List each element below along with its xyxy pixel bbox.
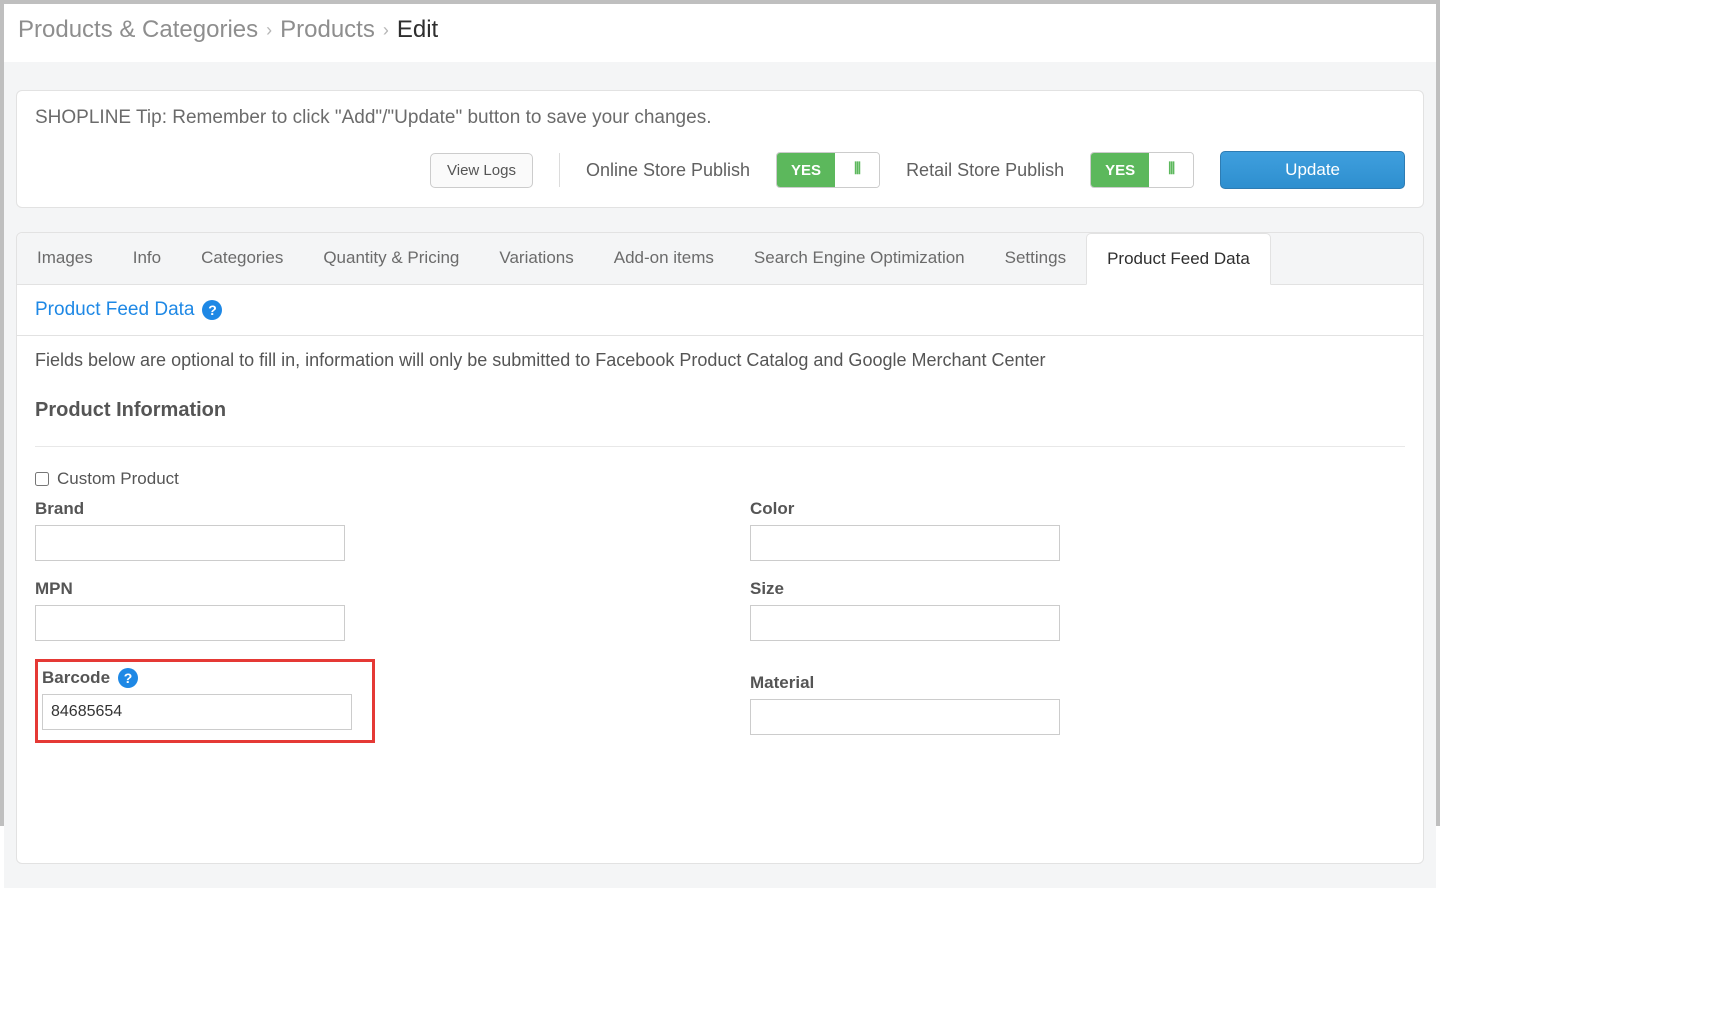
- tab-quantity-pricing[interactable]: Quantity & Pricing: [303, 233, 479, 284]
- grip-icon: ⦀: [835, 153, 879, 187]
- field-size: Size: [750, 579, 1405, 641]
- breadcrumb-root[interactable]: Products & Categories: [18, 16, 258, 44]
- toggle-on-label: YES: [1091, 153, 1149, 187]
- toggle-on-label: YES: [777, 153, 835, 187]
- retail-publish-label: Retail Store Publish: [906, 160, 1064, 181]
- mpn-input[interactable]: [35, 605, 345, 641]
- help-icon[interactable]: ?: [118, 668, 138, 688]
- grip-icon: ⦀: [1149, 153, 1193, 187]
- color-input[interactable]: [750, 525, 1060, 561]
- retail-publish-toggle[interactable]: YES ⦀: [1090, 152, 1194, 188]
- update-button[interactable]: Update: [1220, 151, 1405, 189]
- online-publish-label: Online Store Publish: [586, 160, 750, 181]
- breadcrumb: Products & Categories › Products › Edit: [4, 4, 1436, 62]
- breadcrumb-parent[interactable]: Products: [280, 16, 375, 44]
- field-mpn: MPN: [35, 579, 690, 641]
- tab-info[interactable]: Info: [113, 233, 181, 284]
- feed-description: Fields below are optional to fill in, in…: [35, 350, 1405, 371]
- help-icon[interactable]: ?: [202, 300, 222, 320]
- product-card: Images Info Categories Quantity & Pricin…: [16, 232, 1424, 864]
- main-content: SHOPLINE Tip: Remember to click "Add"/"U…: [4, 62, 1436, 888]
- tab-settings[interactable]: Settings: [985, 233, 1086, 284]
- tab-addon-items[interactable]: Add-on items: [594, 233, 734, 284]
- material-input[interactable]: [750, 699, 1060, 735]
- custom-product-row: Custom Product: [35, 469, 1405, 489]
- divider: [559, 153, 560, 187]
- field-color: Color: [750, 499, 1405, 561]
- chevron-right-icon: ›: [383, 20, 389, 41]
- fields-grid: Brand Color MPN Size: [35, 499, 1405, 743]
- tab-seo[interactable]: Search Engine Optimization: [734, 233, 985, 284]
- product-feed-data-link[interactable]: Product Feed Data: [35, 299, 194, 321]
- section-body: Fields below are optional to fill in, in…: [17, 336, 1423, 863]
- tab-variations[interactable]: Variations: [479, 233, 593, 284]
- field-material: Material: [750, 659, 1405, 743]
- tab-images[interactable]: Images: [17, 233, 113, 284]
- custom-product-checkbox[interactable]: [35, 472, 49, 486]
- tip-card: SHOPLINE Tip: Remember to click "Add"/"U…: [16, 90, 1424, 208]
- online-publish-toggle[interactable]: YES ⦀: [776, 152, 880, 188]
- tab-product-feed-data[interactable]: Product Feed Data: [1086, 233, 1271, 285]
- barcode-label-text: Barcode: [42, 668, 110, 688]
- view-logs-button[interactable]: View Logs: [430, 153, 533, 188]
- material-label: Material: [750, 673, 1405, 693]
- barcode-input[interactable]: [42, 694, 352, 730]
- tabs: Images Info Categories Quantity & Pricin…: [17, 233, 1423, 285]
- breadcrumb-current: Edit: [397, 16, 438, 44]
- mpn-label: MPN: [35, 579, 690, 599]
- brand-input[interactable]: [35, 525, 345, 561]
- product-information-heading: Product Information: [35, 399, 1405, 422]
- color-label: Color: [750, 499, 1405, 519]
- size-label: Size: [750, 579, 1405, 599]
- chevron-right-icon: ›: [266, 20, 272, 41]
- form-area: Custom Product Brand Color MPN: [35, 446, 1405, 743]
- tab-categories[interactable]: Categories: [181, 233, 303, 284]
- brand-label: Brand: [35, 499, 690, 519]
- section-head: Product Feed Data ?: [17, 285, 1423, 336]
- field-brand: Brand: [35, 499, 690, 561]
- barcode-callout: Barcode ?: [35, 659, 375, 743]
- barcode-label: Barcode ?: [38, 668, 364, 688]
- size-input[interactable]: [750, 605, 1060, 641]
- tip-text: SHOPLINE Tip: Remember to click "Add"/"U…: [35, 107, 1405, 129]
- custom-product-label: Custom Product: [57, 469, 179, 489]
- tip-controls: View Logs Online Store Publish YES ⦀ Ret…: [35, 151, 1405, 189]
